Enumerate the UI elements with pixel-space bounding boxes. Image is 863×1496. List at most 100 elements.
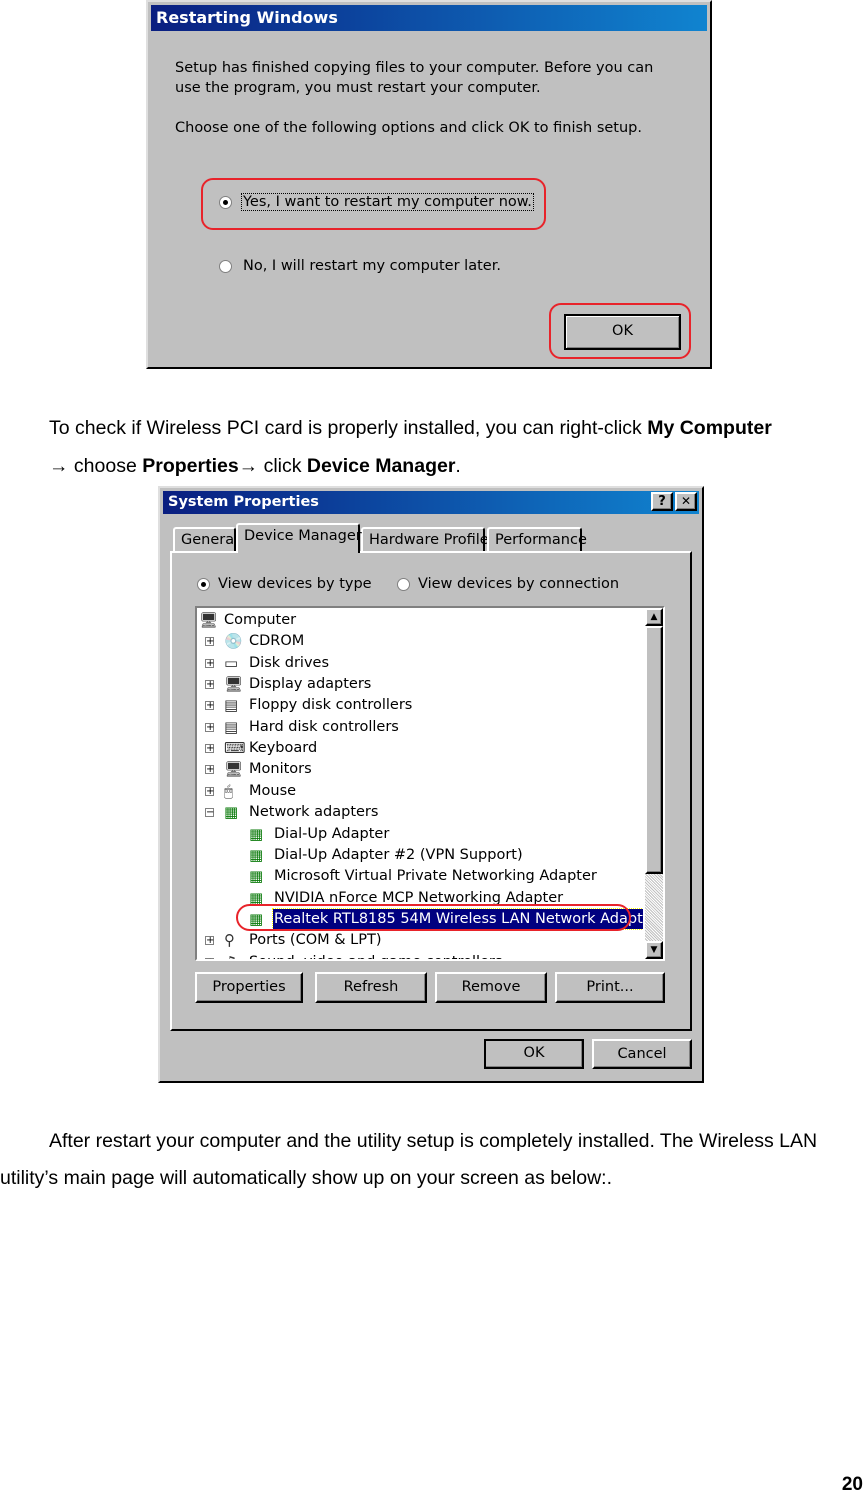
paragraph-line2: utility’s main page will automatically s… <box>0 1167 613 1189</box>
collapse-icon[interactable]: − <box>205 808 214 818</box>
tree-item-label: Network adapters <box>249 804 379 821</box>
bold-properties: Properties <box>142 455 239 477</box>
network-card-icon: ▦ <box>249 845 264 864</box>
expand-icon[interactable]: + <box>205 658 214 668</box>
expand-icon[interactable]: + <box>205 722 214 732</box>
display-icon: 🖥 <box>224 675 244 694</box>
dialog-title: System Properties <box>168 494 319 510</box>
tree-item[interactable]: ▦ Microsoft Virtual Private Networking Ad… <box>197 866 643 886</box>
scroll-down-button[interactable]: ▼ <box>645 941 663 959</box>
arrow-icon: → <box>49 455 69 477</box>
scroll-up-button[interactable]: ▲ <box>645 608 663 626</box>
view-by-connection-label[interactable]: View devices by connection <box>418 576 619 592</box>
tree-item[interactable]: + ▤ Hard disk controllers <box>197 717 643 737</box>
text: choose <box>68 455 143 477</box>
tree-item[interactable]: ▦ Dial-Up Adapter #2 (VPN Support) <box>197 845 643 865</box>
tree-item[interactable]: 🖥 Computer <box>197 610 643 630</box>
tree-item-label: Display adapters <box>249 676 372 693</box>
cancel-button[interactable]: Cancel <box>592 1039 692 1069</box>
restart-message-line2: use the program, you must restart your c… <box>175 80 541 96</box>
radio-restart-now[interactable] <box>219 196 232 209</box>
close-button[interactable]: ✕ <box>675 492 697 511</box>
ok-button[interactable]: OK <box>484 1039 584 1069</box>
tree-item-label: Ports (COM & LPT) <box>249 932 382 949</box>
text: . <box>455 455 461 477</box>
refresh-button[interactable]: Refresh <box>315 972 427 1003</box>
arrow-icon: → <box>238 455 259 477</box>
title-bar: System Properties <box>163 491 699 514</box>
mouse-icon: 🖱 <box>224 781 234 800</box>
option-restart-later-label[interactable]: No, I will restart my computer later. <box>243 258 501 274</box>
tab-general[interactable]: General <box>173 527 238 551</box>
scroll-thumb[interactable] <box>645 626 663 874</box>
tree-item[interactable]: + 🖱 Mouse <box>197 781 643 801</box>
instruction-line1: To check if Wireless PCI card is properl… <box>49 417 772 440</box>
help-button[interactable]: ? <box>651 492 673 511</box>
expand-icon[interactable]: + <box>205 744 214 754</box>
tree-item-label: Mouse <box>249 782 297 799</box>
tree-item-label: Microsoft Virtual Private Networking Ada… <box>274 868 597 885</box>
instruction-line2: → choose Properties→ click Device Manage… <box>49 455 461 478</box>
bold-my-computer: My Computer <box>647 417 772 439</box>
expand-icon[interactable]: + <box>205 936 214 946</box>
tree-item[interactable]: + ♫ Sound, video and game controllers <box>197 952 643 959</box>
tree-item-label: Sound, video and game controllers <box>248 952 503 959</box>
keyboard-icon: ⌨ <box>224 739 246 758</box>
highlight-ring <box>236 904 631 931</box>
title-bar: Restarting Windows <box>151 5 707 31</box>
tree-item[interactable]: + ⌨ Keyboard <box>197 738 643 758</box>
tree-item[interactable]: + 💿 CDROM <box>197 631 643 651</box>
tree-item-label: Monitors <box>249 761 312 778</box>
tree-item[interactable]: + ▤ Floppy disk controllers <box>197 695 643 715</box>
expand-icon[interactable]: + <box>205 786 214 796</box>
tab-hardware-profiles[interactable]: Hardware Profiles <box>361 527 496 551</box>
option-restart-now-label[interactable]: Yes, I want to restart my computer now. <box>241 193 534 211</box>
paragraph-line1: After restart your computer and the util… <box>49 1130 818 1152</box>
tree-item[interactable]: + 🖥 Display adapters <box>197 674 643 694</box>
text: To check if Wireless PCI card is properl… <box>49 417 648 439</box>
remove-button[interactable]: Remove <box>435 972 547 1003</box>
tree-item-label: Disk drives <box>249 654 330 671</box>
restart-ok-button[interactable]: OK <box>564 314 681 350</box>
tree-item[interactable]: ▦ Dial-Up Adapter <box>197 824 643 844</box>
controller-icon: ▤ <box>224 696 239 715</box>
tree-item-label: Hard disk controllers <box>249 718 399 735</box>
cdrom-icon: 💿 <box>224 632 243 651</box>
port-icon: ⚲ <box>224 931 235 950</box>
sound-icon: ♫ <box>224 954 242 959</box>
tree-item-label: Keyboard <box>249 740 318 757</box>
monitor-icon: 🖥 <box>224 760 244 779</box>
tab-device-manager[interactable]: Device Manager <box>236 523 362 553</box>
expand-icon[interactable]: + <box>205 637 214 647</box>
expand-icon[interactable]: + <box>205 680 214 690</box>
tree-item[interactable]: + ⚲ Ports (COM & LPT) <box>197 930 643 950</box>
network-card-icon: ▦ <box>249 867 264 886</box>
radio-view-by-connection[interactable] <box>397 578 410 591</box>
tree-item[interactable]: + 🖥 Monitors <box>197 759 643 779</box>
expand-icon[interactable]: + <box>205 957 214 959</box>
controller-icon: ▤ <box>224 717 239 736</box>
network-card-icon: ▦ <box>224 803 239 822</box>
print-button[interactable]: Print... <box>555 972 665 1003</box>
tree-item[interactable]: + ▭ Disk drives <box>197 653 643 673</box>
radio-restart-later[interactable] <box>219 260 232 273</box>
tree-item[interactable]: − ▦ Network adapters <box>197 802 643 822</box>
tree-item-label: Floppy disk controllers <box>249 697 413 714</box>
radio-view-by-type[interactable] <box>197 578 210 591</box>
tree-item-label: Dial-Up Adapter <box>274 825 390 842</box>
properties-button[interactable]: Properties <box>195 972 303 1003</box>
tree-item-label: CDROM <box>249 633 305 650</box>
tree-item-label: Computer <box>224 612 297 628</box>
expand-icon[interactable]: + <box>205 765 214 775</box>
network-card-icon: ▦ <box>249 824 264 843</box>
computer-icon: 🖥 <box>199 611 219 629</box>
tab-performance[interactable]: Performance <box>487 527 587 551</box>
restart-message-line1: Setup has finished copying files to your… <box>175 60 654 76</box>
scrollbar[interactable]: ▲ ▼ <box>645 608 663 959</box>
view-by-type-label[interactable]: View devices by type <box>218 576 372 592</box>
text: click <box>258 455 307 477</box>
restart-instruction: Choose one of the following options and … <box>175 120 642 136</box>
disk-drive-icon: ▭ <box>224 653 239 672</box>
expand-icon[interactable]: + <box>205 701 214 711</box>
bold-device-manager: Device Manager <box>306 455 456 477</box>
